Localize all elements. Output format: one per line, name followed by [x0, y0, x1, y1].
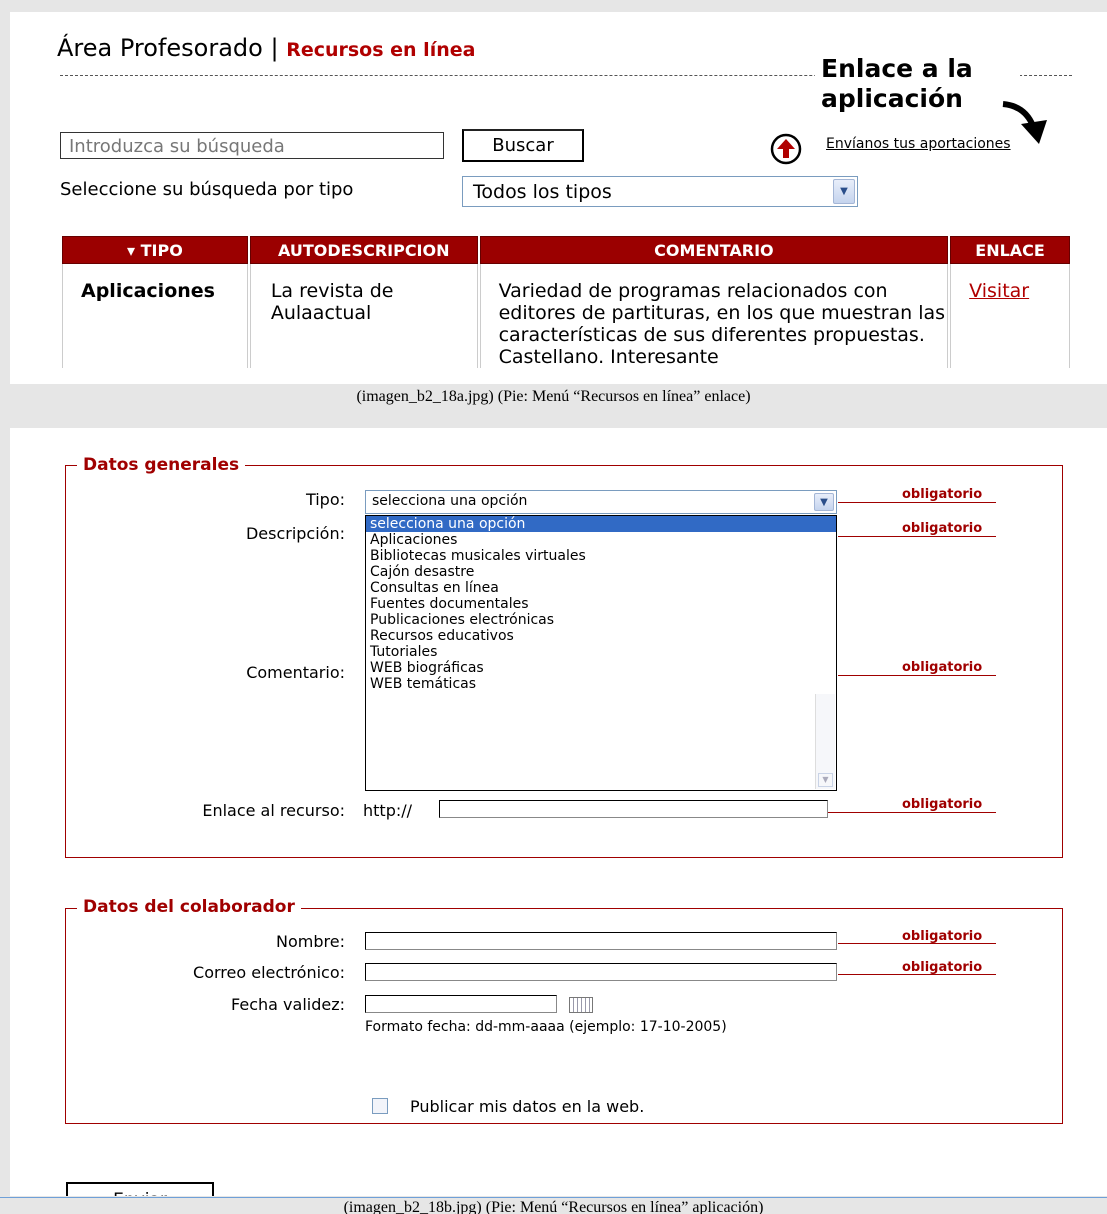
- submit-button[interactable]: Enviar: [66, 1182, 214, 1196]
- enlace-label: Enlace al recurso:: [202, 801, 345, 820]
- chevron-down-icon[interactable]: ▼: [814, 493, 834, 511]
- http-prefix: http://: [363, 801, 413, 820]
- required-line: [838, 502, 996, 503]
- required-enlace: obligatorio: [902, 797, 983, 812]
- chevron-down-icon[interactable]: ▼: [833, 179, 855, 204]
- list-item[interactable]: Recursos educativos: [366, 628, 836, 644]
- publicar-label: Publicar mis datos en la web.: [410, 1097, 645, 1116]
- list-item[interactable]: Consultas en línea: [366, 580, 836, 596]
- screenshot-recursos-enlace: Área Profesorado | Recursos en línea Enl…: [10, 12, 1107, 384]
- required-descripcion: obligatorio: [902, 521, 983, 536]
- cell-autodescripcion: La revista de Aulaactual: [249, 264, 478, 368]
- annotation-label: Enlace a la aplicación: [815, 54, 1020, 114]
- visit-link[interactable]: Visitar: [950, 264, 1070, 368]
- cell-comentario: Variedad de programas relacionados con e…: [479, 264, 949, 368]
- col-header-autodescripcion: AUTODESCRIPCION: [249, 236, 478, 264]
- scrollbar[interactable]: ▼: [815, 694, 835, 789]
- list-item[interactable]: selecciona una opción: [366, 516, 836, 532]
- list-item[interactable]: Publicaciones electrónicas: [366, 612, 836, 628]
- list-item[interactable]: WEB temáticas: [366, 676, 836, 692]
- table-header-row: ▾ TIPO AUTODESCRIPCION COMENTARIO ENLACE: [62, 236, 1070, 264]
- upload-arrow-icon[interactable]: [770, 133, 802, 165]
- correo-input[interactable]: [365, 963, 837, 981]
- calendar-icon[interactable]: [569, 997, 593, 1013]
- colaborador-legend: Datos del colaborador: [77, 897, 301, 917]
- cell-tipo: Aplicaciones: [62, 264, 248, 368]
- page-title: Área Profesorado | Recursos en línea: [57, 34, 476, 62]
- caption-1: (imagen_b2_18a.jpg) (Pie: Menú “Recursos…: [356, 388, 751, 405]
- required-tipo: obligatorio: [902, 487, 983, 502]
- type-filter-label: Seleccione su búsqueda por tipo: [60, 179, 354, 200]
- fecha-label: Fecha validez:: [231, 995, 345, 1014]
- list-item[interactable]: Cajón desastre: [366, 564, 836, 580]
- type-filter-select[interactable]: Todos los tipos ▼: [462, 176, 858, 207]
- resources-table: ▾ TIPO AUTODESCRIPCION COMENTARIO ENLACE…: [60, 236, 1072, 368]
- table-row: Aplicaciones La revista de Aulaactual Va…: [62, 264, 1070, 368]
- screenshot-recursos-aplicacion: Datos generales Tipo: selecciona una opc…: [10, 428, 1107, 1196]
- fecha-hint: Formato fecha: dd-mm-aaaa (ejemplo: 17-1…: [365, 1019, 727, 1035]
- required-line: [838, 536, 996, 537]
- col-header-enlace: ENLACE: [950, 236, 1070, 264]
- required-comentario: obligatorio: [902, 660, 983, 675]
- correo-label: Correo electrónico:: [193, 963, 345, 982]
- general-legend: Datos generales: [77, 455, 246, 475]
- search-input[interactable]: Introduzca su búsqueda: [60, 132, 444, 159]
- required-nombre: obligatorio: [902, 929, 983, 944]
- nombre-label: Nombre:: [276, 932, 345, 951]
- chevron-down-icon[interactable]: ▼: [818, 773, 833, 787]
- list-item[interactable]: WEB biográficas: [366, 660, 836, 676]
- caption-2: (imagen_b2_18b.jpg) (Pie: Menú “Recursos…: [0, 1197, 1107, 1214]
- tipo-options-list[interactable]: selecciona una opción Aplicaciones Bibliot…: [365, 515, 837, 791]
- required-line: [828, 812, 996, 813]
- comentario-label: Comentario:: [246, 663, 345, 682]
- descripcion-label: Descripción:: [245, 524, 345, 543]
- contribute-link[interactable]: Envíanos tus aportaciones: [826, 136, 1011, 152]
- publicar-checkbox[interactable]: [372, 1098, 388, 1114]
- search-button[interactable]: Buscar: [462, 129, 584, 162]
- col-header-comentario: COMENTARIO: [479, 236, 949, 264]
- nombre-input[interactable]: [365, 932, 837, 950]
- required-line: [838, 675, 996, 676]
- tipo-select[interactable]: selecciona una opción ▼: [365, 490, 837, 514]
- fecha-input[interactable]: [365, 995, 557, 1013]
- required-correo: obligatorio: [902, 960, 983, 975]
- list-item[interactable]: Tutoriales: [366, 644, 836, 660]
- list-item[interactable]: Fuentes documentales: [366, 596, 836, 612]
- enlace-input[interactable]: [439, 800, 828, 818]
- list-item[interactable]: Bibliotecas musicales virtuales: [366, 548, 836, 564]
- list-item[interactable]: Aplicaciones: [366, 532, 836, 548]
- tipo-label: Tipo:: [305, 490, 345, 509]
- col-header-tipo[interactable]: ▾ TIPO: [62, 236, 248, 264]
- page-subtitle: Recursos en línea: [286, 39, 476, 61]
